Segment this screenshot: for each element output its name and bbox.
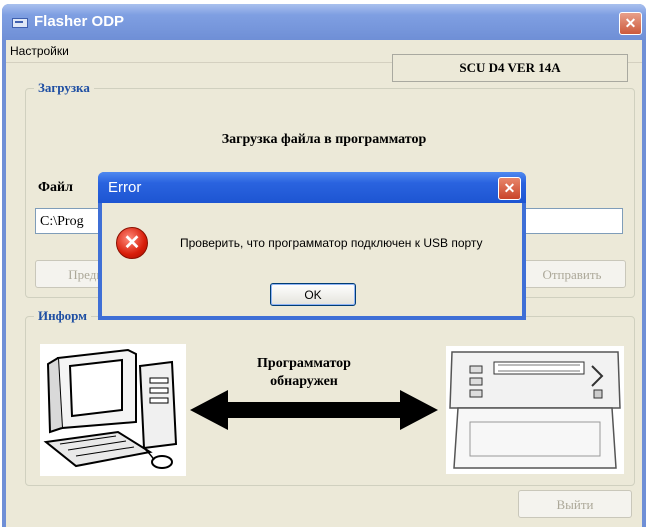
load-heading: Загрузка файла в программатор — [221, 132, 427, 147]
double-arrow-icon — [190, 390, 438, 430]
dialog-title: Error — [108, 179, 142, 196]
close-button[interactable]: ✕ — [619, 12, 642, 35]
computer-illustration — [40, 344, 186, 476]
error-icon: ✕ — [116, 227, 148, 259]
title-bar[interactable]: Flasher ODP ✕ — [2, 4, 646, 40]
status-line-2: обнаружен — [270, 374, 338, 389]
programmer-device-illustration — [446, 346, 624, 474]
window-title: Flasher ODP — [34, 13, 125, 30]
info-group-label: Информ — [34, 308, 91, 324]
version-display: SCU D4 VER 14A — [392, 54, 628, 82]
error-dialog: Error ✕ ✕ Проверить, что программатор по… — [98, 172, 526, 320]
load-group-label: Загрузка — [34, 80, 94, 96]
status-line-1: Программатор — [257, 356, 351, 371]
dialog-message: Проверить, что программатор подключен к … — [180, 236, 483, 250]
send-button[interactable]: Отправить — [518, 260, 626, 288]
app-icon — [12, 18, 28, 28]
dialog-body: ✕ Проверить, что программатор подключен … — [102, 203, 522, 316]
ok-button[interactable]: OK — [270, 283, 356, 306]
menu-settings[interactable]: Настройки — [10, 44, 69, 58]
dialog-title-bar[interactable]: Error ✕ — [98, 172, 526, 203]
file-label: Файл — [38, 180, 73, 195]
dialog-close-button[interactable]: ✕ — [498, 177, 521, 200]
exit-button[interactable]: Выйти — [518, 490, 632, 518]
programmer-status: Программатор обнаружен — [230, 355, 378, 391]
